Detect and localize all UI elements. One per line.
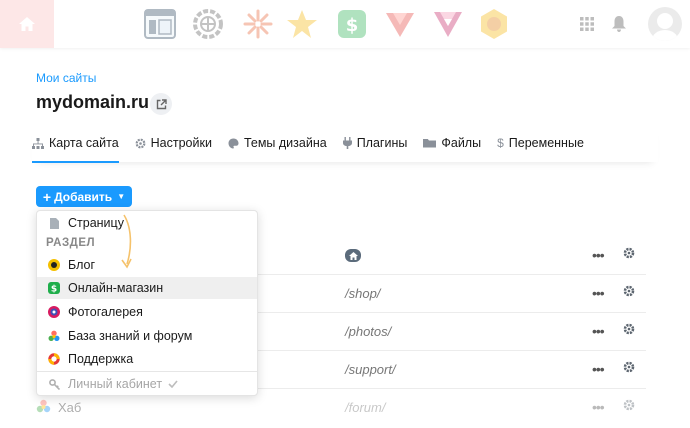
grid-icon bbox=[580, 17, 594, 31]
menu-item-helpdesk[interactable]: Поддержка bbox=[37, 348, 257, 370]
page-icon bbox=[48, 217, 60, 229]
helpdesk-icon bbox=[48, 353, 60, 365]
site-app-icon[interactable] bbox=[143, 7, 177, 41]
menu-item-page[interactable]: Страницу bbox=[37, 212, 257, 234]
tab-files[interactable]: Файлы bbox=[423, 125, 481, 161]
tab-label: Переменные bbox=[508, 136, 584, 150]
row-url[interactable]: /shop/ bbox=[345, 286, 380, 301]
breadcrumb-my-sites[interactable]: Мои сайты bbox=[36, 71, 96, 85]
shop-app-icon[interactable]: $ bbox=[335, 7, 369, 41]
tab-label: Плагины bbox=[356, 136, 408, 150]
sitemap-icon bbox=[32, 137, 44, 149]
installer-app-icon[interactable] bbox=[191, 7, 225, 41]
user-avatar[interactable] bbox=[648, 7, 682, 41]
more-icon[interactable]: ••• bbox=[592, 285, 605, 301]
menu-item-hub[interactable]: База знаний и форум bbox=[37, 325, 257, 347]
tab-label: Настройки bbox=[150, 136, 212, 150]
menu-item-label: Поддержка bbox=[68, 352, 134, 366]
menu-item-blog[interactable]: Блог bbox=[37, 254, 257, 276]
palette-icon bbox=[228, 138, 239, 149]
hint-arrow-icon bbox=[121, 214, 132, 269]
page-title: mydomain.ru bbox=[36, 92, 150, 112]
crm-app-icon[interactable] bbox=[285, 7, 319, 41]
top-app-bar: $ bbox=[0, 0, 690, 48]
menu-item-photos[interactable]: Фотогалерея bbox=[37, 301, 257, 323]
row-name[interactable]: Хаб bbox=[58, 400, 81, 415]
mailer-app-icon[interactable] bbox=[383, 7, 417, 41]
menu-divider bbox=[37, 371, 257, 372]
dollar-icon: $ bbox=[497, 136, 504, 150]
chevron-down-icon: ▼ bbox=[117, 192, 126, 201]
svg-text:$: $ bbox=[346, 15, 359, 36]
notifications-button[interactable] bbox=[608, 0, 630, 48]
tab-variables[interactable]: $ Переменные bbox=[497, 125, 584, 161]
menu-item-label: Онлайн-магазин bbox=[68, 281, 164, 295]
home-page-badge bbox=[345, 249, 361, 262]
gear-icon[interactable] bbox=[623, 284, 635, 302]
gear-icon[interactable] bbox=[623, 398, 635, 416]
tab-plugins[interactable]: Плагины bbox=[342, 125, 408, 161]
tab-label: Карта сайта bbox=[49, 136, 119, 150]
add-dropdown-menu: Страницу РАЗДЕЛ Блог $ Онлайн-магазин Фо… bbox=[36, 210, 258, 396]
row-url[interactable]: /forum/ bbox=[345, 400, 385, 415]
plus-icon: + bbox=[42, 188, 52, 205]
add-button[interactable]: + Добавить ▼ bbox=[36, 186, 132, 207]
hub-icon bbox=[48, 330, 60, 342]
hub-icon bbox=[36, 399, 51, 419]
tab-label: Темы дизайна bbox=[243, 136, 327, 150]
more-icon[interactable]: ••• bbox=[592, 399, 605, 415]
more-icon[interactable]: ••• bbox=[592, 361, 605, 377]
more-icon[interactable]: ••• bbox=[592, 323, 605, 339]
menu-item-personal-account[interactable]: Личный кабинет bbox=[37, 373, 257, 395]
plug-icon bbox=[342, 137, 352, 149]
menu-item-label: Фотогалерея bbox=[68, 305, 143, 319]
folder-icon bbox=[423, 138, 437, 148]
gear-icon bbox=[135, 138, 146, 149]
photos-app-icon[interactable] bbox=[241, 7, 275, 41]
add-button-label: Добавить bbox=[54, 189, 113, 204]
home-icon bbox=[19, 17, 35, 31]
bell-icon bbox=[612, 16, 626, 32]
tab-themes[interactable]: Темы дизайна bbox=[228, 125, 327, 161]
menu-item-label: Страницу bbox=[68, 216, 124, 230]
row-url[interactable]: /support/ bbox=[345, 362, 396, 377]
shop-icon: $ bbox=[48, 282, 60, 294]
apps-grid-button[interactable] bbox=[576, 0, 598, 48]
hub-app-icon[interactable] bbox=[477, 7, 511, 41]
external-edit-icon bbox=[156, 98, 167, 109]
gear-icon[interactable] bbox=[623, 322, 635, 340]
menu-item-label: База знаний и форум bbox=[68, 329, 193, 343]
gear-icon[interactable] bbox=[623, 360, 635, 378]
menu-item-label: Блог bbox=[68, 258, 96, 272]
photos-icon bbox=[48, 306, 60, 318]
home-button[interactable] bbox=[0, 0, 54, 48]
blog-icon bbox=[48, 259, 60, 271]
svg-text:$: $ bbox=[51, 285, 57, 295]
key-icon bbox=[48, 378, 60, 390]
tab-sitemap[interactable]: Карта сайта bbox=[32, 125, 119, 163]
row-url[interactable]: /photos/ bbox=[345, 324, 391, 339]
menu-item-shop[interactable]: $ Онлайн-магазин bbox=[37, 277, 257, 299]
section-heading: РАЗДЕЛ bbox=[46, 237, 96, 249]
team-app-icon[interactable] bbox=[431, 7, 465, 41]
more-icon[interactable]: ••• bbox=[592, 247, 605, 263]
tab-settings[interactable]: Настройки bbox=[135, 125, 212, 161]
edit-site-button[interactable] bbox=[150, 93, 172, 115]
gear-icon[interactable] bbox=[623, 246, 635, 264]
menu-item-label: Личный кабинет bbox=[68, 377, 163, 391]
home-icon bbox=[348, 251, 358, 260]
tab-label: Файлы bbox=[441, 136, 482, 150]
checkmark-icon bbox=[168, 380, 178, 388]
site-tabs: Карта сайта Настройки Темы дизайна Плаги… bbox=[32, 124, 658, 163]
